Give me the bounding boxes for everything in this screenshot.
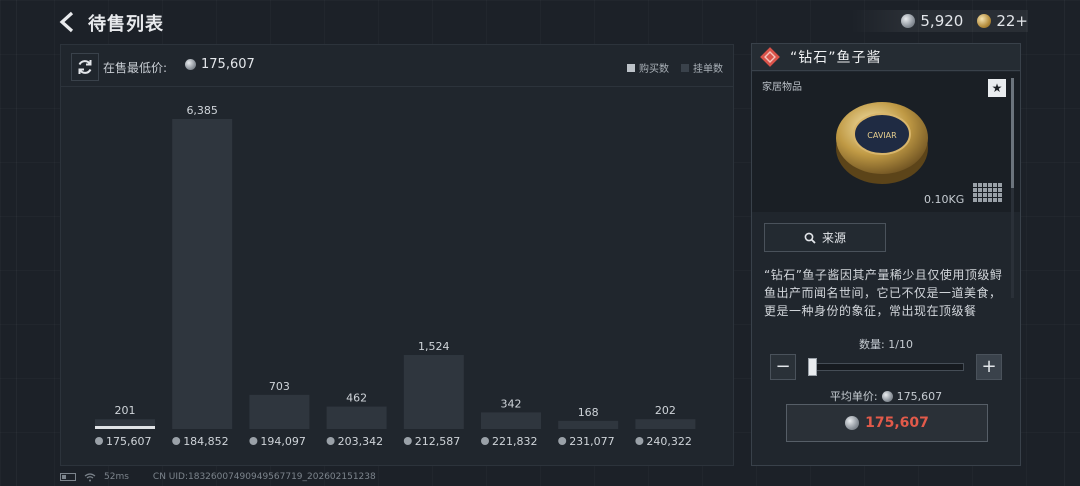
item-image-area: 家居物品 ★ CAVIAR 0.10KG: [752, 72, 1020, 212]
item-description: “钻石”鱼子酱因其产量稀少且仅使用顶级鲟鱼出产而闻名世间，它已不仅是一道美食，更…: [764, 268, 1003, 318]
item-header: “钻石”鱼子酱: [752, 44, 1020, 71]
price-tick-label: 212,587: [415, 435, 461, 448]
source-button-label: 来源: [821, 231, 846, 245]
bar-value-label: 201: [115, 404, 136, 417]
chart-bar[interactable]: [326, 406, 387, 429]
ticket-balance[interactable]: 22+: [977, 12, 1028, 30]
coin-icon: [326, 437, 335, 445]
chart-bar-highlight: [95, 426, 155, 429]
bar-value-label: 342: [501, 397, 522, 410]
caviar-tin-image: CAVIAR: [836, 102, 928, 184]
price-tick-label: 194,097: [260, 435, 306, 448]
min-price-value: 175,607: [201, 57, 255, 72]
tin-label: CAVIAR: [867, 131, 897, 140]
coin-balance-value: 5,920: [920, 12, 964, 30]
legend-listing-label: 挂单数: [693, 64, 723, 75]
item-category: 家居物品: [762, 82, 802, 93]
star-icon: ★: [991, 81, 1003, 95]
chart-header: 在售最低价: 175,607 购买数 挂单数: [61, 45, 733, 87]
legend-listing-swatch: [681, 63, 689, 72]
coin-icon: [403, 437, 412, 445]
coin-icon: [95, 437, 103, 445]
quantity-increase-button[interactable]: +: [976, 354, 1002, 380]
coin-icon: [901, 14, 916, 28]
coin-balance[interactable]: 5,920: [901, 12, 963, 30]
coin-icon: [172, 437, 181, 445]
bar-value-label: 202: [655, 404, 676, 417]
back-icon[interactable]: [58, 11, 78, 33]
bar-value-label: 703: [269, 380, 290, 393]
wifi-icon: [84, 472, 96, 481]
top-bar: 待售列表 5,920 22+: [0, 0, 1080, 44]
coin-icon: [185, 59, 196, 70]
refresh-button[interactable]: [71, 53, 99, 81]
bar-value-label: 1,524: [418, 340, 450, 353]
chart-bar[interactable]: [403, 355, 464, 429]
coin-icon: [249, 437, 258, 445]
status-bar: 52ms CN UID:18326007490949567719_2026021…: [60, 472, 376, 482]
bar-value-label: 168: [578, 406, 599, 419]
item-detail-panel: “钻石”鱼子酱 家居物品 ★ CAVIAR 0.10KG 来源 “钻石”鱼子酱因…: [751, 43, 1021, 466]
bar-value-label: 462: [346, 392, 367, 405]
price-tick-label: 203,342: [338, 435, 384, 448]
chart-legend: 购买数 挂单数: [627, 60, 723, 75]
currency-bar: 5,920 22+: [851, 10, 1028, 32]
average-price: 平均单价: 175,607: [752, 388, 1020, 404]
legend-buy-label: 购买数: [639, 64, 669, 75]
average-price-value: 175,607: [896, 389, 943, 403]
quantity-label: 数量: 1/10: [859, 338, 913, 351]
chart-bar[interactable]: [635, 419, 696, 429]
legend-buy-swatch: [627, 63, 635, 72]
bar-value-label: 6,385: [186, 104, 218, 117]
price-tick-label: 231,077: [569, 435, 615, 448]
ticket-balance-value: 22+: [996, 12, 1028, 30]
price-tick-label: 240,322: [646, 435, 692, 448]
total-price-value: 175,607: [865, 415, 929, 431]
search-icon: [804, 232, 816, 244]
price-tick-label: 175,607: [106, 435, 152, 448]
price-tick-label: 184,852: [183, 435, 229, 448]
quantity-decrease-button[interactable]: −: [770, 354, 796, 380]
detail-scroll-thumb[interactable]: [1011, 78, 1014, 188]
price-chart-panel: 在售最低价: 175,607 购买数 挂单数 201 175,607 6,385 18…: [60, 44, 734, 466]
chart-bar[interactable]: [481, 412, 541, 429]
favorite-star-button[interactable]: ★: [988, 79, 1006, 97]
coin-icon: [558, 437, 567, 445]
buy-total-button[interactable]: 175,607: [786, 404, 988, 442]
quantity-slider-thumb[interactable]: [808, 358, 817, 376]
coin-icon: [635, 437, 644, 445]
item-name: “钻石”鱼子酱: [790, 50, 882, 66]
source-button[interactable]: 来源: [764, 223, 886, 252]
page-title: 待售列表: [88, 14, 164, 35]
price-distribution-chart: 201 175,607 6,385 184,852 703 194,097 462 203,3…: [95, 104, 696, 448]
legend-listing: 挂单数: [681, 60, 723, 75]
coin-icon: [881, 390, 893, 402]
chart-bar[interactable]: [249, 394, 310, 429]
min-price-label: 在售最低价:: [103, 61, 168, 75]
coin-icon: [845, 416, 860, 430]
coin-icon: [481, 437, 489, 445]
item-size-grid-icon: [973, 183, 1002, 202]
ping-value: 52ms: [104, 472, 129, 482]
item-weight: 0.10KG: [924, 193, 965, 206]
quantity-slider[interactable]: [808, 363, 964, 371]
price-tick-label: 221,832: [492, 435, 538, 448]
legend-buy: 购买数: [627, 60, 669, 75]
min-price: 175,607: [185, 57, 255, 72]
ticket-icon: [977, 14, 992, 28]
rarity-diamond-icon: [760, 47, 780, 67]
chart-bar[interactable]: [172, 119, 233, 429]
chart-bar[interactable]: [558, 420, 619, 429]
refresh-icon: [78, 60, 92, 74]
user-uid: CN UID:18326007490949567719_202602151238: [152, 472, 376, 482]
average-price-label: 平均单价:: [829, 390, 878, 403]
battery-icon: [60, 473, 76, 481]
